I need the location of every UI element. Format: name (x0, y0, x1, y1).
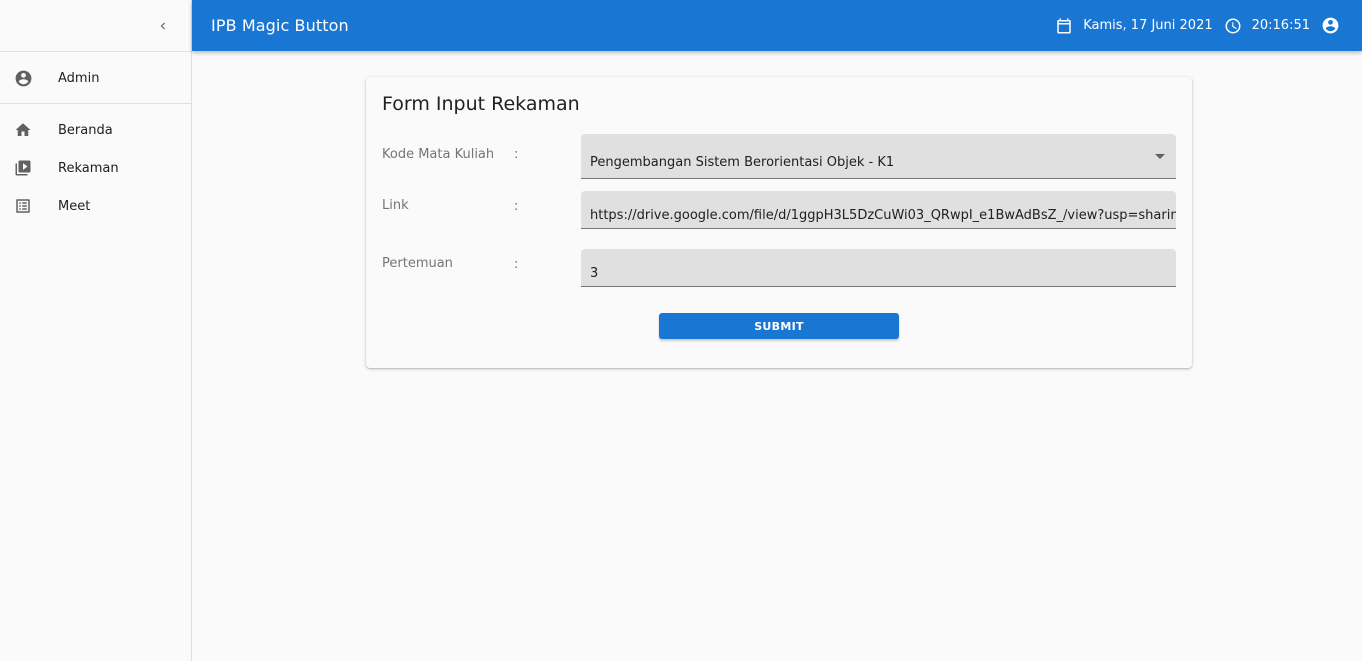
field-colon: : (514, 147, 519, 162)
app-title: IPB Magic Button (211, 16, 349, 35)
pertemuan-label: Pertemuan (382, 256, 453, 271)
form-card: Form Input Rekaman Kode Mata Kuliah : Pe… (366, 77, 1192, 368)
sidebar-item-label: Meet (58, 198, 91, 214)
chevron-left-icon (160, 22, 165, 30)
input-value: 3 (590, 266, 599, 281)
form-title: Form Input Rekaman (382, 93, 580, 115)
list-icon (13, 196, 33, 216)
home-icon (13, 120, 33, 140)
link-input[interactable]: https://drive.google.com/file/d/1ggpH3L5… (581, 191, 1176, 229)
sidebar-item-label: Beranda (58, 122, 113, 138)
app-bar: IPB Magic Button Kamis, 17 Juni 2021 20:… (192, 0, 1362, 51)
account-circle-icon[interactable] (1320, 16, 1340, 36)
nav-list: Beranda Rekaman Meet (0, 104, 191, 225)
field-colon: : (514, 199, 519, 214)
video-library-icon (13, 158, 33, 178)
app-bar-status: Kamis, 17 Juni 2021 20:16:51 (1054, 0, 1340, 51)
sidebar-item-beranda[interactable]: Beranda (0, 111, 191, 149)
drawer-header (0, 0, 191, 52)
pertemuan-input[interactable]: 3 (581, 249, 1176, 287)
sidebar-item-rekaman[interactable]: Rekaman (0, 149, 191, 187)
submit-button[interactable]: SUBMIT (659, 313, 899, 339)
selected-value: Pengembangan Sistem Berorientasi Objek -… (590, 155, 895, 170)
kode-mata-kuliah-select[interactable]: Pengembangan Sistem Berorientasi Objek -… (581, 134, 1176, 179)
link-label: Link (382, 198, 409, 213)
field-colon: : (514, 257, 519, 272)
current-date: Kamis, 17 Juni 2021 (1083, 18, 1213, 33)
dropdown-arrow-icon (1155, 154, 1165, 159)
current-time: 20:16:51 (1251, 18, 1310, 33)
sidebar-item-label: Rekaman (58, 160, 119, 176)
user-section: Admin (0, 52, 191, 104)
account-circle-icon (13, 68, 33, 88)
collapse-drawer-button[interactable] (151, 14, 175, 38)
clock-icon (1223, 16, 1243, 36)
kode-mata-kuliah-label: Kode Mata Kuliah (382, 147, 495, 162)
sidebar-item-meet[interactable]: Meet (0, 187, 191, 225)
input-value: https://drive.google.com/file/d/1ggpH3L5… (590, 208, 1176, 223)
calendar-icon (1054, 16, 1074, 36)
sidebar-item-label: Admin (58, 70, 100, 86)
sidebar-item-admin[interactable]: Admin (0, 52, 191, 104)
navigation-drawer: Admin Beranda Rekaman Meet (0, 0, 192, 661)
